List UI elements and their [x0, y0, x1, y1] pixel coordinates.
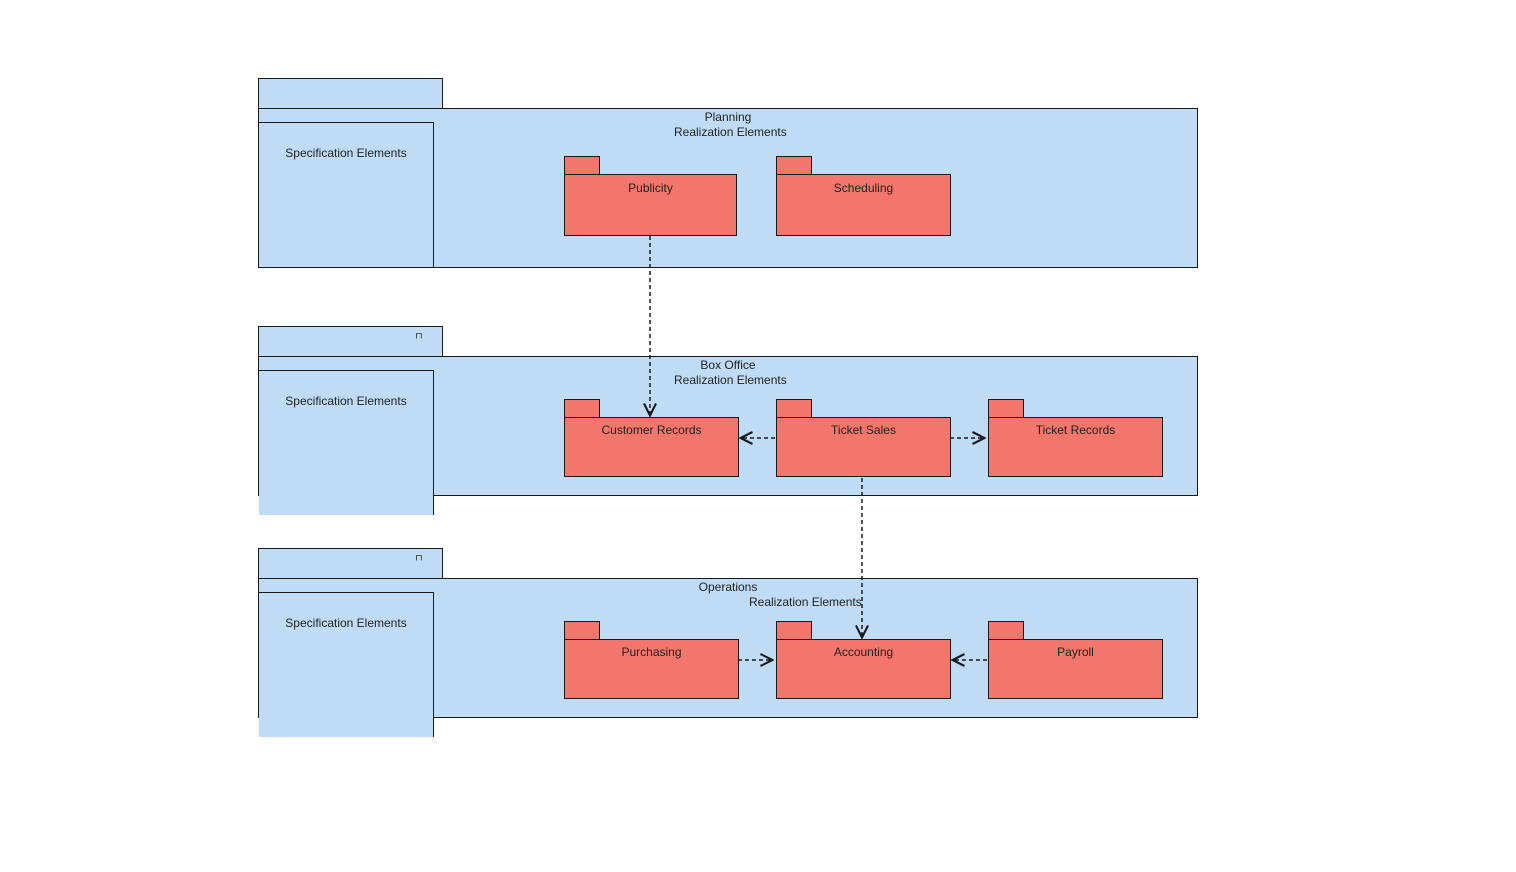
package-customer-records: Customer Records — [564, 399, 739, 477]
realization-label: Realization Elements — [674, 373, 787, 387]
package-label: Ticket Records — [989, 423, 1162, 437]
package-label: Purchasing — [565, 645, 738, 659]
package-tab — [776, 621, 812, 639]
stereotype-icon: ⊓ — [415, 332, 423, 341]
package-tab — [988, 399, 1024, 417]
package-accounting: Accounting — [776, 621, 951, 699]
package-ticket-sales: Ticket Sales — [776, 399, 951, 477]
specification-section: Specification Elements — [259, 122, 434, 267]
specification-section: Specification Elements — [259, 592, 434, 737]
stereotype-icon: ⊓ — [415, 554, 423, 563]
package-label: Publicity — [565, 181, 736, 195]
container-body: Planning Realization Elements Specificat… — [258, 108, 1198, 268]
package-publicity: Publicity — [564, 156, 737, 236]
specification-label: Specification Elements — [259, 146, 433, 160]
container-planning: Planning Realization Elements Specificat… — [258, 78, 1198, 268]
container-operations: ⊓ Operations Realization Elements Specif… — [258, 548, 1198, 718]
package-body: Ticket Sales — [776, 417, 951, 477]
realization-label: Realization Elements — [674, 125, 787, 139]
package-purchasing: Purchasing — [564, 621, 739, 699]
realization-label: Realization Elements — [749, 595, 862, 609]
container-body: Box Office Realization Elements Specific… — [258, 356, 1198, 496]
package-body: Purchasing — [564, 639, 739, 699]
package-label: Accounting — [777, 645, 950, 659]
container-tab — [258, 78, 443, 108]
package-tab — [564, 399, 600, 417]
package-body: Accounting — [776, 639, 951, 699]
specification-label: Specification Elements — [259, 394, 433, 408]
package-diagram: Planning Realization Elements Specificat… — [258, 108, 1198, 728]
package-tab — [988, 621, 1024, 639]
specification-label: Specification Elements — [259, 616, 433, 630]
package-body: Scheduling — [776, 174, 951, 236]
package-label: Ticket Sales — [777, 423, 950, 437]
package-label: Customer Records — [565, 423, 738, 437]
package-tab — [776, 156, 812, 174]
package-label: Payroll — [989, 645, 1162, 659]
container-tab: ⊓ — [258, 548, 443, 578]
specification-section: Specification Elements — [259, 370, 434, 515]
package-body: Ticket Records — [988, 417, 1163, 477]
package-body: Customer Records — [564, 417, 739, 477]
package-body: Publicity — [564, 174, 737, 236]
container-box-office: ⊓ Box Office Realization Elements Specif… — [258, 326, 1198, 496]
container-tab: ⊓ — [258, 326, 443, 356]
package-tab — [564, 156, 600, 174]
container-body: Operations Realization Elements Specific… — [258, 578, 1198, 718]
package-label: Scheduling — [777, 181, 950, 195]
package-tab — [776, 399, 812, 417]
package-ticket-records: Ticket Records — [988, 399, 1163, 477]
package-payroll: Payroll — [988, 621, 1163, 699]
package-body: Payroll — [988, 639, 1163, 699]
package-scheduling: Scheduling — [776, 156, 951, 236]
package-tab — [564, 621, 600, 639]
